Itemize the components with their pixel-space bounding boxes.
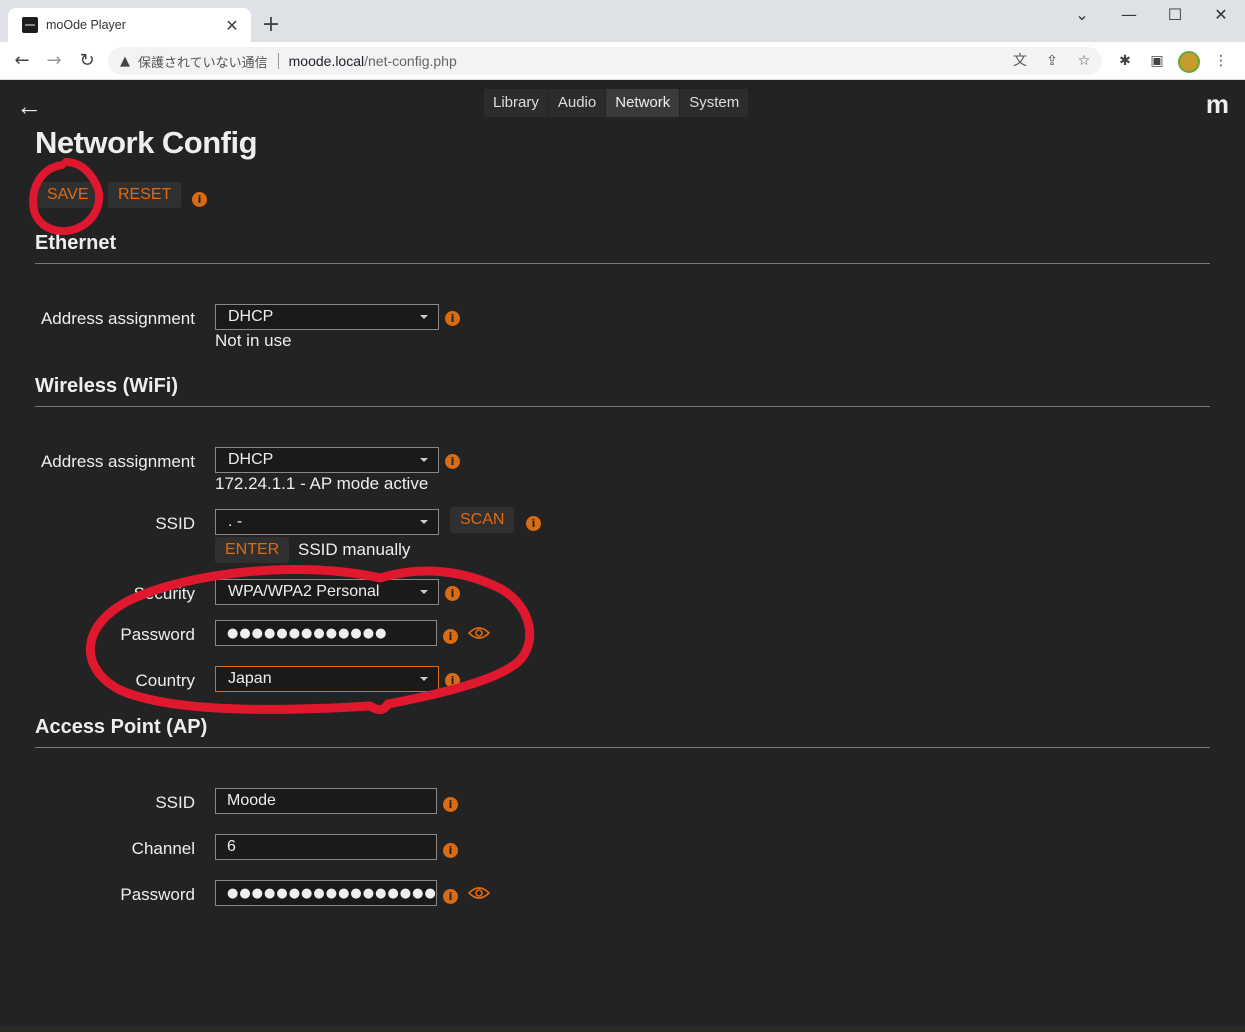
browser-tabstrip: moOde Player ✕ + ⌄ — ☐ ✕	[0, 0, 1245, 42]
wlan-country-info-icon[interactable]: i	[445, 673, 460, 688]
ap-password-label: Password	[120, 885, 195, 904]
browser-tab[interactable]: moOde Player ✕	[8, 8, 251, 42]
wlan-security-value: WPA/WPA2 Personal	[228, 583, 380, 600]
save-button[interactable]: SAVE	[37, 182, 99, 208]
wlan-ssid-value: . -	[228, 513, 243, 530]
wireless-divider	[35, 406, 1210, 407]
ap-password-value: ●●●●●●●●●●●●●●●●●●●●●●●●	[227, 886, 437, 901]
enter-ssid-button[interactable]: ENTER	[215, 537, 290, 563]
browser-toolbar: ← → ↻ ▲ 保護されていない通信 moode.local/net-confi…	[0, 42, 1245, 80]
new-tab-icon[interactable]: +	[260, 12, 282, 38]
ap-ssid-label: SSID	[155, 793, 195, 812]
wlan-address-select[interactable]: DHCP	[215, 447, 439, 473]
wireless-title: Wireless (WiFi)	[35, 375, 178, 397]
minimize-icon[interactable]: —	[1114, 4, 1144, 26]
wlan-address-info-icon[interactable]: i	[445, 454, 460, 469]
taskbar-edge	[0, 1026, 1245, 1032]
url-host: moode.local	[288, 53, 365, 69]
side-panel-icon[interactable]: ▣	[1146, 51, 1168, 73]
wlan-password-label: Password	[120, 625, 195, 644]
profile-avatar[interactable]	[1178, 51, 1200, 73]
ap-ssid-value: Moode	[227, 792, 276, 809]
reset-button[interactable]: RESET	[108, 182, 182, 208]
tab-search-icon[interactable]: ⌄	[1067, 4, 1097, 26]
wlan-ssid-info-icon[interactable]: i	[526, 516, 541, 531]
moode-brand-logo[interactable]: m	[1206, 89, 1229, 120]
reload-icon[interactable]: ↻	[75, 49, 99, 73]
ap-title: Access Point (AP)	[35, 716, 208, 738]
wlan-country-select[interactable]: Japan	[215, 666, 439, 692]
tab-library[interactable]: Library	[484, 89, 549, 117]
ap-channel-value: 6	[227, 838, 236, 855]
eth-address-label: Address assignment	[40, 309, 195, 328]
warning-icon[interactable]: ▲	[120, 54, 130, 69]
wlan-ssid-select[interactable]: . -	[215, 509, 439, 535]
ethernet-title: Ethernet	[35, 232, 117, 254]
close-window-icon[interactable]: ✕	[1206, 4, 1236, 26]
extension-area: ✱ ▣ ⋮	[1114, 51, 1232, 73]
wlan-password-input[interactable]: ●●●●●●●●●●●●●	[215, 620, 437, 646]
url-text[interactable]: moode.local/net-config.php	[289, 53, 457, 69]
ap-divider	[35, 747, 1210, 748]
ap-password-input[interactable]: ●●●●●●●●●●●●●●●●●●●●●●●●	[215, 880, 437, 906]
config-nav: Library Audio Network System	[484, 89, 750, 117]
back-icon[interactable]: ←	[10, 49, 34, 73]
address-divider	[277, 53, 279, 69]
show-ap-password-eye-icon[interactable]	[468, 886, 490, 900]
translate-icon[interactable]: 文	[1010, 51, 1030, 71]
tab-system[interactable]: System	[680, 89, 750, 117]
ap-password-info-icon[interactable]: i	[443, 889, 458, 904]
bookmark-star-icon[interactable]: ☆	[1074, 51, 1094, 71]
enter-ssid-suffix: SSID manually	[298, 540, 411, 559]
wlan-security-label: Security	[133, 584, 195, 603]
ap-ssid-input[interactable]: Moode	[215, 788, 437, 814]
ap-ssid-info-icon[interactable]: i	[443, 797, 458, 812]
url-path: /net-config.php	[364, 53, 457, 69]
browser-tab-title: moOde Player	[46, 18, 126, 32]
wlan-address-value: DHCP	[228, 451, 274, 468]
caret-down-icon	[420, 590, 428, 594]
eth-address-info-icon[interactable]: i	[445, 311, 460, 326]
wlan-country-label: Country	[135, 671, 195, 690]
caret-down-icon	[420, 677, 428, 681]
eth-status: Not in use	[215, 331, 292, 350]
ap-channel-info-icon[interactable]: i	[443, 843, 458, 858]
ap-channel-label: Channel	[131, 839, 195, 858]
eth-address-select[interactable]: DHCP	[215, 304, 439, 330]
ap-channel-input[interactable]: 6	[215, 834, 437, 860]
security-label[interactable]: 保護されていない通信	[138, 52, 268, 71]
wlan-status: 172.24.1.1 - AP mode active	[215, 474, 429, 493]
moode-page: ← m Library Audio Network System Network…	[0, 81, 1245, 1032]
extensions-puzzle-icon[interactable]: ✱	[1114, 51, 1136, 73]
wlan-security-select[interactable]: WPA/WPA2 Personal	[215, 579, 439, 605]
show-password-eye-icon[interactable]	[468, 626, 490, 640]
omnibox-actions: 文 ⇪ ☆	[1010, 51, 1094, 71]
share-icon[interactable]: ⇪	[1042, 51, 1062, 71]
page-title: Network Config	[35, 125, 258, 160]
wlan-ssid-label: SSID	[155, 514, 195, 533]
wlan-address-label: Address assignment	[40, 452, 195, 471]
tab-network[interactable]: Network	[606, 89, 681, 117]
caret-down-icon	[420, 458, 428, 462]
ethernet-divider	[35, 263, 1210, 264]
eth-address-value: DHCP	[228, 308, 274, 325]
forward-icon[interactable]: →	[42, 49, 66, 73]
wlan-password-value: ●●●●●●●●●●●●●	[227, 626, 388, 641]
scan-button[interactable]: SCAN	[450, 507, 515, 533]
wlan-password-info-icon[interactable]: i	[443, 629, 458, 644]
maximize-icon[interactable]: ☐	[1160, 4, 1190, 26]
tab-audio[interactable]: Audio	[548, 89, 607, 117]
menu-kebab-icon[interactable]: ⋮	[1210, 51, 1232, 73]
actions-info-icon[interactable]: i	[192, 192, 207, 207]
wlan-security-info-icon[interactable]: i	[445, 586, 460, 601]
tab-close-icon[interactable]: ✕	[223, 16, 241, 35]
back-arrow-icon[interactable]: ←	[16, 91, 42, 122]
moode-favicon-icon	[22, 17, 38, 33]
wlan-country-value: Japan	[228, 670, 272, 687]
caret-down-icon	[420, 315, 428, 319]
address-bar[interactable]: ▲ 保護されていない通信 moode.local/net-config.php …	[108, 47, 1102, 75]
caret-down-icon	[420, 520, 428, 524]
